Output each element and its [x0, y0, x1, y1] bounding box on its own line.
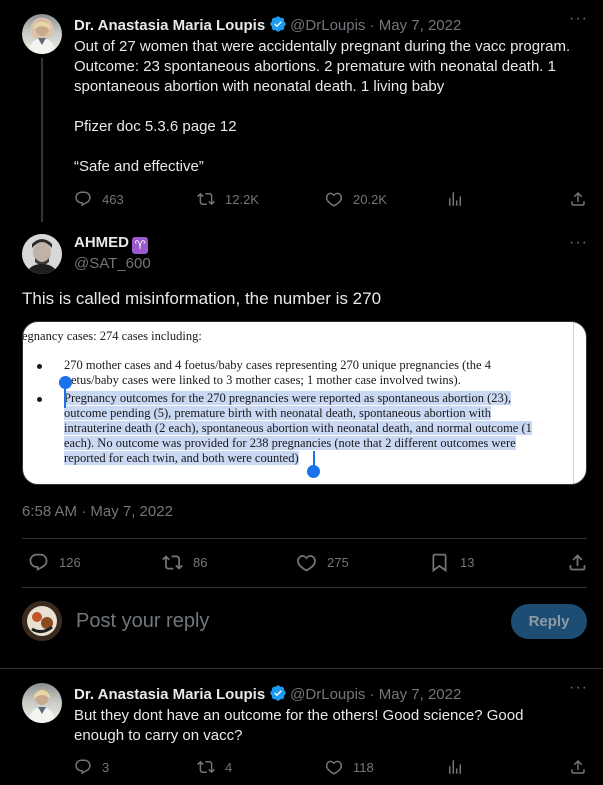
tweet-body: Out of 27 women that were accidentally p… — [74, 37, 589, 177]
heart-icon — [325, 192, 343, 207]
author-handle[interactable]: @DrLoupis — [290, 686, 365, 703]
reply-action[interactable]: 3 — [74, 758, 109, 776]
reply-button[interactable]: Reply — [511, 604, 587, 639]
repost-action[interactable]: 12.2K — [197, 190, 259, 208]
reply-action[interactable]: 463 — [74, 190, 124, 208]
like-action[interactable]: 118 — [325, 758, 374, 776]
selection-caret-start — [64, 384, 66, 408]
reply-icon — [75, 191, 91, 207]
aries-emoji-icon: ♈ — [132, 237, 148, 254]
tweet-date[interactable]: May 7, 2022 — [379, 17, 462, 34]
like-action[interactable]: 20.2K — [325, 190, 387, 208]
doc-line-highlighted: reported for each twin, and both were co… — [64, 451, 299, 465]
repost-action[interactable]: 86 — [162, 552, 207, 573]
reply-input[interactable]: Post your reply — [76, 610, 209, 633]
share-action[interactable] — [569, 190, 597, 208]
divider — [22, 538, 587, 539]
repost-icon — [162, 555, 183, 570]
views-action[interactable] — [446, 758, 474, 776]
bookmark-action[interactable]: 13 — [429, 552, 474, 573]
analytics-icon — [449, 192, 461, 206]
reply-action[interactable]: 126 — [28, 552, 81, 573]
tweet-header: Dr. Anastasia Maria Loupis @DrLoupis · Ma… — [74, 15, 461, 38]
doc-line: etus/baby cases were linked to 3 mother … — [71, 373, 461, 387]
author-handle[interactable]: @SAT_600 — [74, 255, 151, 272]
like-count: 20.2K — [353, 191, 387, 207]
doc-line-highlighted: each). No outcome was provided for 238 p… — [64, 436, 516, 450]
analytics-icon — [449, 760, 461, 774]
heart-icon — [297, 555, 316, 572]
tweet-date[interactable]: May 7, 2022 — [379, 686, 462, 703]
thread-line — [41, 58, 43, 222]
views-action[interactable] — [446, 190, 474, 208]
reply-count: 463 — [102, 191, 124, 207]
bullet-dot — [37, 397, 42, 402]
doc-line-highlighted: Pregnancy outcomes for the 270 pregnanci… — [64, 391, 512, 405]
main-tweet-text: This is called misinformation, the numbe… — [22, 289, 382, 308]
verified-badge-icon — [269, 15, 287, 38]
doc-line-highlighted: intrauterine death (2 each), spontaneous… — [64, 421, 532, 435]
share-action[interactable] — [569, 758, 597, 776]
reply-count: 3 — [102, 759, 110, 775]
avatar[interactable] — [22, 234, 62, 274]
more-icon[interactable]: ··· — [569, 234, 588, 252]
avatar-portrait — [28, 20, 56, 54]
more-icon[interactable]: ··· — [569, 10, 588, 28]
heart-icon — [325, 760, 343, 775]
tweet-text-line: “Safe and effective” — [74, 158, 204, 175]
doc-page-edge — [573, 322, 574, 484]
tweet-text: But they dont have an outcome for the ot… — [74, 707, 524, 744]
repost-icon — [197, 192, 215, 206]
repost-count: 86 — [193, 555, 208, 570]
more-icon[interactable]: ··· — [569, 679, 588, 697]
separator-dot: · — [365, 686, 379, 703]
avatar-portrait — [22, 601, 62, 641]
like-count: 118 — [353, 759, 374, 775]
avatar[interactable] — [22, 14, 62, 54]
author-name[interactable]: AHMED — [74, 234, 129, 251]
current-user-avatar[interactable] — [22, 601, 62, 641]
avatar-portrait — [22, 234, 62, 274]
avatar-portrait — [28, 689, 56, 723]
tweet-text: Out of 27 women that were accidentally p… — [74, 38, 571, 95]
share-icon — [571, 191, 585, 206]
parent-tweet[interactable]: Dr. Anastasia Maria Loupis @DrLoupis · Ma… — [0, 0, 603, 226]
share-action[interactable] — [567, 552, 598, 573]
author-name[interactable]: Dr. Anastasia Maria Loupis — [74, 686, 265, 703]
tweet-header: Dr. Anastasia Maria Loupis @DrLoupis · Ma… — [74, 684, 461, 707]
author-handle[interactable]: @DrLoupis — [290, 17, 365, 34]
doc-line: 270 mother cases and 4 foetus/baby cases… — [64, 358, 491, 372]
bullet-dot — [37, 364, 42, 369]
tweet-timestamp[interactable]: 6:58 AM · May 7, 2022 — [22, 503, 173, 520]
share-icon — [569, 554, 586, 571]
reply-icon — [75, 759, 91, 775]
tweet-header: AHMED ♈ — [74, 234, 148, 254]
reply-tweet[interactable]: Dr. Anastasia Maria Loupis @DrLoupis · Ma… — [0, 669, 603, 785]
author-name[interactable]: Dr. Anastasia Maria Loupis — [74, 17, 265, 34]
attached-image[interactable]: egnancy cases: 274 cases including: 270 … — [22, 321, 587, 485]
reply-count: 126 — [59, 555, 81, 570]
like-action[interactable]: 275 — [296, 552, 349, 573]
doc-heading: egnancy cases: 274 cases including: — [22, 329, 202, 343]
doc-line-highlighted: outcome pending (5), premature birth wit… — [64, 406, 491, 420]
verified-badge-icon — [269, 684, 287, 707]
repost-icon — [197, 760, 215, 774]
like-count: 275 — [327, 555, 349, 570]
separator-dot: · — [365, 17, 379, 34]
repost-count: 12.2K — [225, 191, 259, 207]
selection-handle-end-icon[interactable] — [307, 465, 320, 478]
bookmark-icon — [432, 553, 447, 573]
avatar[interactable] — [22, 683, 62, 723]
tweet-text-line: Pfizer doc 5.3.6 page 12 — [74, 118, 237, 135]
bookmark-count: 13 — [460, 555, 475, 570]
share-icon — [571, 759, 585, 774]
repost-action[interactable]: 4 — [197, 758, 232, 776]
divider — [22, 587, 587, 588]
reply-icon — [29, 553, 48, 571]
repost-count: 4 — [225, 759, 233, 775]
